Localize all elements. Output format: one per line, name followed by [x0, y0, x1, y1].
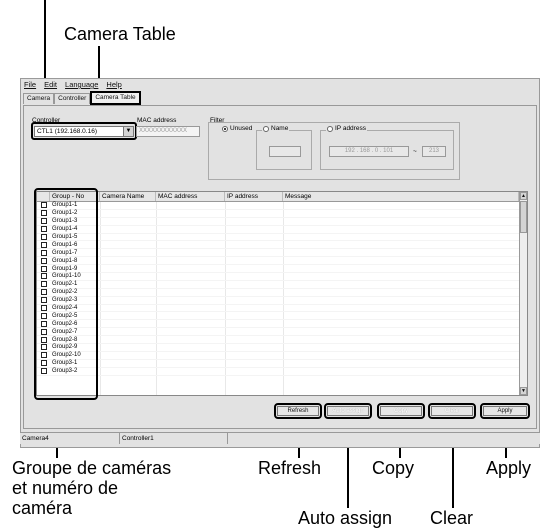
- clear-button-highlight: Clear: [428, 403, 476, 419]
- table-row[interactable]: Group1-7: [37, 249, 519, 258]
- clear-button[interactable]: Clear: [431, 406, 473, 416]
- callout-auto-assign: Auto assign: [298, 508, 393, 528]
- table-row[interactable]: Group1-2: [37, 210, 519, 218]
- table-row[interactable]: Group2-5: [37, 312, 519, 321]
- menu-edit[interactable]: Edit: [44, 80, 57, 89]
- copy-button[interactable]: Copy: [380, 406, 422, 416]
- ip-range-dash: ~: [413, 148, 417, 155]
- filter-name-radio[interactable]: Name: [262, 125, 290, 132]
- callout-camera-table: Camera Table: [64, 24, 176, 44]
- radio-off-icon: [263, 125, 269, 132]
- menubar: File Edit Language Help: [21, 79, 539, 90]
- table-row[interactable]: Group2-1: [37, 281, 519, 289]
- header-ip[interactable]: IP address: [225, 192, 283, 201]
- table-row[interactable]: Group2-10: [37, 352, 519, 360]
- table-row[interactable]: Group3-1: [37, 360, 519, 368]
- scroll-down-icon[interactable]: ▼: [520, 387, 527, 395]
- mac-field: XXXXXXXXXXXX: [136, 126, 200, 137]
- table-row[interactable]: Group1-4: [37, 226, 519, 234]
- header-camera-name[interactable]: Camera Name: [100, 192, 156, 201]
- table-row[interactable]: Group2-7: [37, 328, 519, 337]
- status-camera: Camera4: [20, 433, 120, 444]
- status-bar: Camera4 Controller1: [20, 432, 540, 444]
- tab-camera[interactable]: Camera: [23, 93, 55, 104]
- header-message[interactable]: Message: [283, 192, 519, 201]
- callout-clear: Clear: [430, 508, 474, 528]
- table-row[interactable]: Group1-9: [37, 265, 519, 274]
- filter-ip-radio[interactable]: IP address: [326, 125, 367, 132]
- apply-button[interactable]: Apply: [483, 406, 527, 416]
- callout-apply: Apply: [486, 458, 532, 478]
- table-row[interactable]: Group1-5: [37, 234, 519, 242]
- table-row[interactable]: Group1-8: [37, 257, 519, 266]
- mac-label: MAC address: [137, 117, 177, 124]
- callout-group: Groupe de caméras et numéro de caméra: [12, 458, 172, 518]
- status-controller: Controller1: [120, 433, 228, 444]
- radio-off-icon: [327, 125, 333, 132]
- table-row[interactable]: Group2-9: [37, 344, 519, 352]
- refresh-button-highlight: Refresh: [274, 403, 322, 419]
- table-row[interactable]: Group2-6: [37, 320, 519, 329]
- auto-assign-button[interactable]: Auto assign: [327, 406, 369, 416]
- scroll-up-icon[interactable]: ▲: [520, 192, 527, 200]
- tab-bar: Camera Controller Camera Table: [23, 91, 141, 105]
- refresh-button[interactable]: Refresh: [277, 406, 319, 416]
- auto-assign-button-highlight: Auto assign: [324, 403, 372, 419]
- callout-line-top-left: [44, 0, 46, 90]
- table-header: Group - No Camera Name MAC address IP ad…: [37, 192, 519, 202]
- table-row[interactable]: Group2-3: [37, 297, 519, 305]
- table-scrollbar[interactable]: ▲ ▼: [519, 192, 527, 395]
- menu-help[interactable]: Help: [106, 80, 121, 89]
- apply-button-highlight: Apply: [480, 403, 530, 419]
- controller-highlight: [31, 122, 137, 140]
- callout-copy: Copy: [372, 458, 415, 478]
- copy-button-highlight: Copy: [377, 403, 425, 419]
- table-row[interactable]: Group3-2: [37, 368, 519, 376]
- filter-unused-radio[interactable]: Unused: [222, 125, 252, 132]
- header-mac[interactable]: MAC address: [156, 192, 225, 201]
- menu-language[interactable]: Language: [65, 80, 98, 89]
- table-row[interactable]: Group1-6: [37, 241, 519, 250]
- filter-name-field[interactable]: [269, 146, 301, 157]
- filter-ip-to[interactable]: 213: [422, 146, 446, 157]
- group-column-highlight: [34, 188, 98, 400]
- table-row[interactable]: Group1-1: [37, 202, 519, 210]
- table-rows: Group1-1 Group1-2 Group1-3 Group1-4 Group1-5…: [37, 202, 519, 395]
- table-row[interactable]: Group2-2: [37, 289, 519, 297]
- table-row[interactable]: Group2-8: [37, 336, 519, 345]
- filter-ip-from[interactable]: 192 . 168 . 0 . 101: [329, 146, 409, 157]
- table-row[interactable]: Group1-10: [37, 273, 519, 281]
- tab-controller[interactable]: Controller: [54, 93, 91, 104]
- table-row[interactable]: Group2-4: [37, 305, 519, 313]
- tab-camera-table[interactable]: Camera Table: [90, 91, 141, 105]
- camera-table: Group - No Camera Name MAC address IP ad…: [36, 191, 528, 396]
- table-row[interactable]: Group1-3: [37, 218, 519, 226]
- menu-file[interactable]: File: [24, 80, 36, 89]
- radio-on-icon: [222, 125, 228, 132]
- callout-refresh: Refresh: [258, 458, 322, 478]
- scroll-thumb[interactable]: [520, 201, 527, 233]
